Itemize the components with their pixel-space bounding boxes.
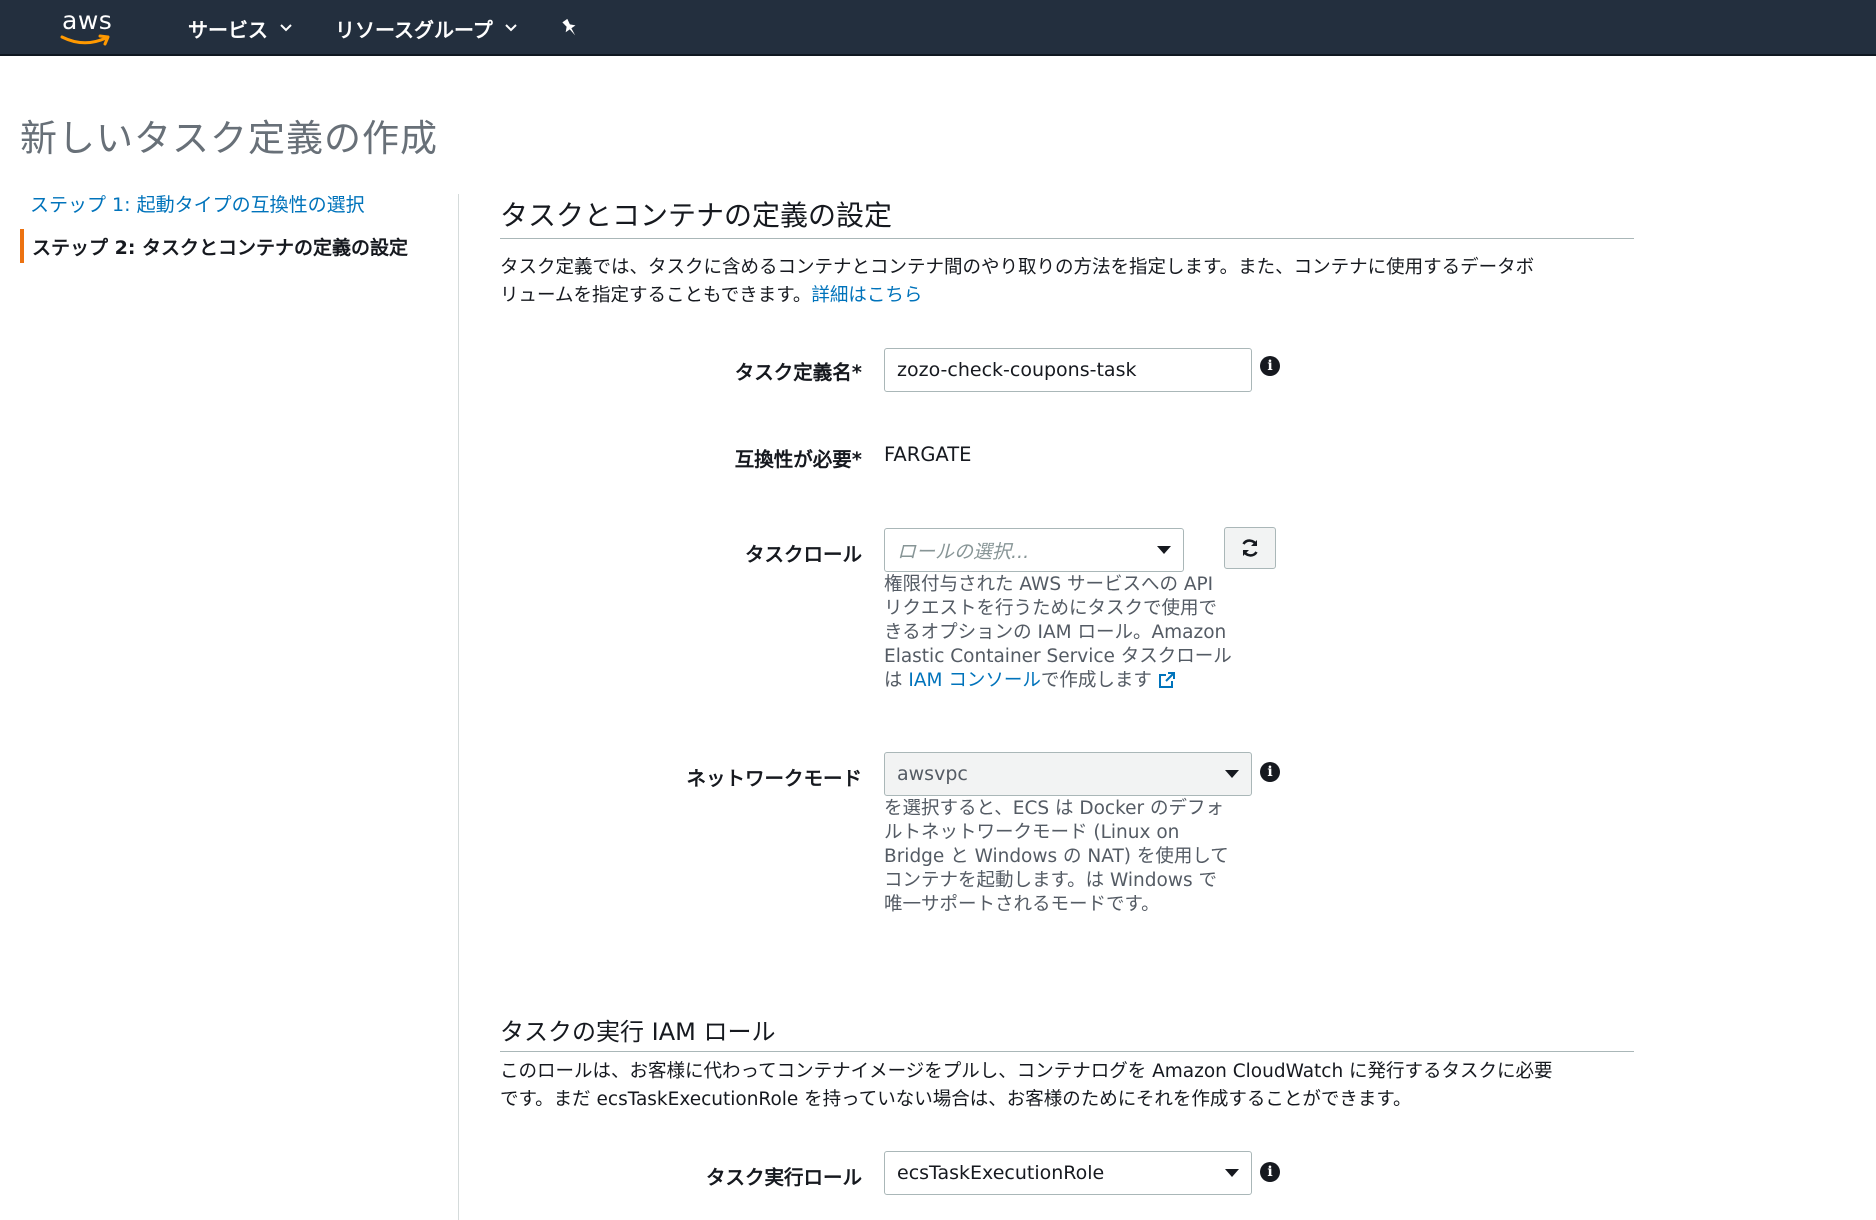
top-navigation-bar: aws サービス リソースグループ <box>0 0 1876 56</box>
aws-smile-icon <box>60 34 110 46</box>
description-line-2: リュームを指定することもできます。詳細はこちら <box>500 282 1634 310</box>
page-title: 新しいタスク定義の作成 <box>20 117 438 160</box>
network-mode-label: ネットワークモード <box>686 767 862 790</box>
info-icon[interactable]: i <box>1260 1162 1280 1182</box>
task-role-placeholder: ロールの選択... <box>897 540 1030 563</box>
network-mode-help-line-2: ルトネットワークモード (Linux on <box>884 822 1180 843</box>
execution-role-description-line-1: このロールは、お客様に代わってコンテナイメージをプルし、コンテナログを Amaz… <box>500 1061 1553 1082</box>
task-execution-role-label: タスク実行ロール <box>705 1166 862 1189</box>
section-description: タスク定義では、タスクに含めるコンテナとコンテナ間のやり取りの方法を指定します。… <box>500 254 1634 310</box>
network-mode-help-line-3: Bridge と Windows の NAT) を使用して <box>884 846 1229 867</box>
refresh-roles-button[interactable] <box>1224 527 1276 569</box>
services-menu[interactable]: サービス <box>188 15 292 42</box>
pin-icon[interactable] <box>558 16 582 40</box>
task-role-help-line-5: は IAM コンソールで作成します <box>884 669 1254 693</box>
compatibility-value: FARGATE <box>884 443 972 466</box>
caret-down-icon <box>1225 770 1239 778</box>
caret-down-icon <box>1157 546 1171 554</box>
services-menu-label: サービス <box>188 17 268 42</box>
execution-role-description: このロールは、お客様に代わってコンテナイメージをプルし、コンテナログを Amaz… <box>500 1058 1634 1114</box>
description-line-1: タスク定義では、タスクに含めるコンテナとコンテナ間のやり取りの方法を指定します。… <box>500 257 1535 278</box>
task-role-select[interactable]: ロールの選択... <box>884 528 1184 572</box>
chevron-down-icon <box>280 24 292 32</box>
compatibility-label: 互換性が必要* <box>734 448 862 471</box>
step-2-active: ステップ 2: タスクとコンテナの定義の設定 <box>20 229 408 263</box>
section-divider <box>500 1051 1634 1052</box>
network-mode-help-line-5: 唯一サポートされるモードです。 <box>884 894 1160 915</box>
chevron-down-icon <box>505 24 517 32</box>
iam-console-link[interactable]: IAM コンソール <box>908 670 1040 691</box>
caret-down-icon <box>1225 1169 1239 1177</box>
section-divider <box>500 238 1634 239</box>
network-mode-help-line-4: コンテナを起動します。は Windows で <box>884 870 1217 891</box>
task-execution-role-value: ecsTaskExecutionRole <box>897 1162 1105 1184</box>
task-role-help-prefix: は <box>884 670 909 691</box>
aws-logo[interactable]: aws <box>58 6 120 48</box>
network-mode-help-line-1: を選択すると、ECS は Docker のデフォ <box>884 798 1225 819</box>
section-title-execution-role: タスクの実行 IAM ロール <box>500 1018 776 1046</box>
aws-logo-text: aws <box>62 6 113 35</box>
task-role-help-line-2: リクエストを行うためにタスクで使用で <box>884 598 1218 619</box>
task-role-help-line-1: 権限付与された AWS サービスへの API <box>884 574 1214 595</box>
vertical-divider <box>458 194 459 1220</box>
learn-more-link[interactable]: 詳細はこちら <box>811 285 922 306</box>
resource-groups-menu-label: リソースグループ <box>335 17 493 42</box>
network-mode-select[interactable]: awsvpc <box>884 752 1252 796</box>
step-1-link[interactable]: ステップ 1: 起動タイプの互換性の選択 <box>20 186 365 220</box>
info-icon[interactable]: i <box>1260 356 1280 376</box>
execution-role-description-line-2: です。まだ ecsTaskExecutionRole を持っていない場合は、お客… <box>500 1089 1412 1110</box>
description-line-2-text: リュームを指定することもできます。 <box>500 285 812 306</box>
task-execution-role-select[interactable]: ecsTaskExecutionRole <box>884 1151 1252 1195</box>
task-role-help-line-3: きるオプションの IAM ロール。Amazon <box>884 622 1227 643</box>
task-definition-name-input[interactable] <box>884 348 1252 392</box>
task-role-help-line-4: Elastic Container Service タスクロール <box>884 646 1232 667</box>
info-icon[interactable]: i <box>1260 762 1280 782</box>
external-link-icon[interactable] <box>1158 671 1176 689</box>
task-role-help: 権限付与された AWS サービスへの API リクエストを行うためにタスクで使用… <box>884 573 1254 693</box>
task-role-help-suffix: で作成します <box>1040 670 1152 691</box>
refresh-icon <box>1242 539 1258 557</box>
section-title-task-container: タスクとコンテナの定義の設定 <box>500 199 893 232</box>
task-role-label: タスクロール <box>744 543 862 566</box>
task-definition-name-label: タスク定義名* <box>734 361 862 384</box>
network-mode-value: awsvpc <box>897 763 968 785</box>
network-mode-help: を選択すると、ECS は Docker のデフォ ルトネットワークモード (Li… <box>884 797 1254 917</box>
resource-groups-menu[interactable]: リソースグループ <box>335 15 517 42</box>
